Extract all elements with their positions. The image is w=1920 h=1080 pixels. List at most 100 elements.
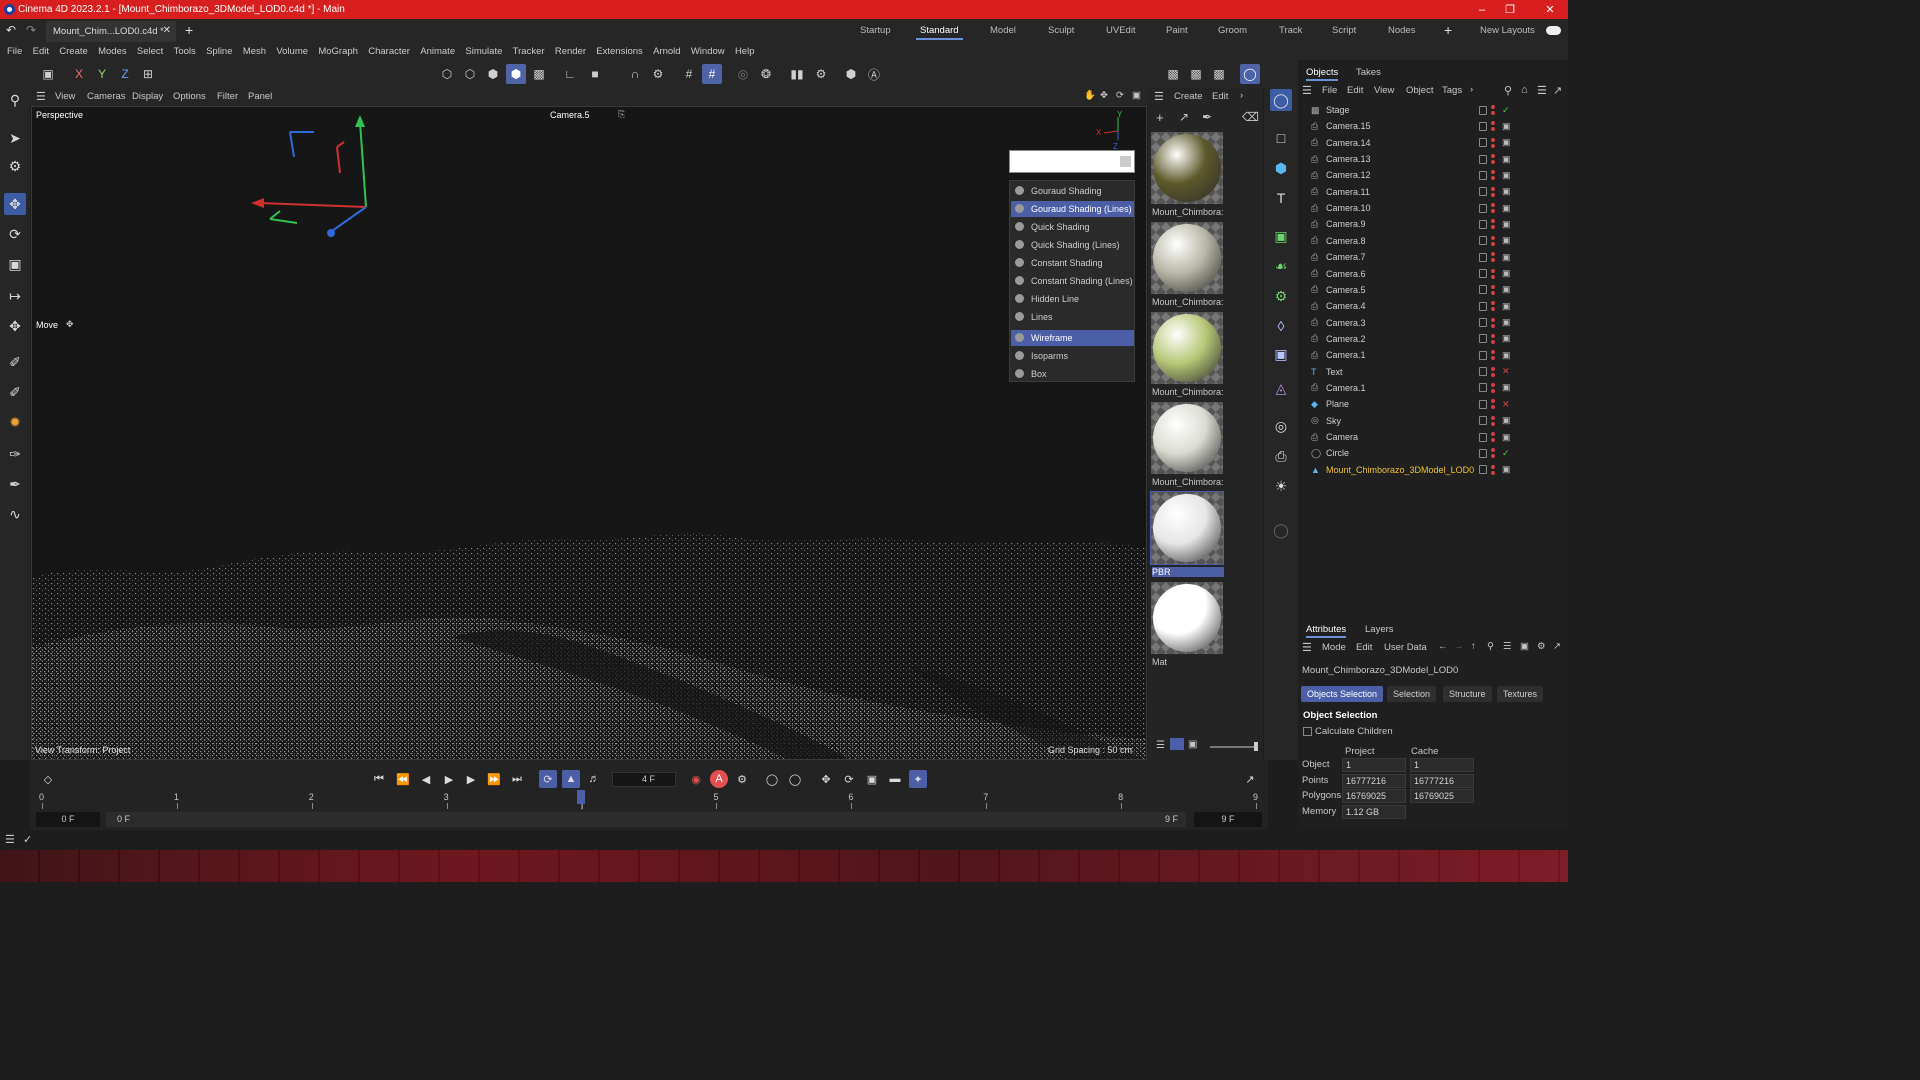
- settings-icon[interactable]: ⚙: [1537, 641, 1546, 652]
- scale-key-icon[interactable]: ▣: [863, 770, 881, 788]
- axis-x-button[interactable]: X: [69, 64, 89, 84]
- menu-character[interactable]: Character: [368, 46, 410, 57]
- camera-tag-icon[interactable]: ▣: [1502, 415, 1511, 426]
- camera-tag-icon[interactable]: ▣: [1502, 219, 1511, 230]
- visibility-dots-icon[interactable]: [1491, 105, 1495, 115]
- undo-icon[interactable]: ↶: [6, 23, 16, 37]
- camera-tag-icon[interactable]: ▣: [1502, 350, 1511, 361]
- subtab-structure[interactable]: Structure: [1443, 686, 1492, 702]
- menu-simulate[interactable]: Simulate: [465, 46, 502, 57]
- shading-option[interactable]: Quick Shading (Lines): [1011, 237, 1134, 253]
- visibility-dots-icon[interactable]: [1491, 268, 1495, 279]
- object-row[interactable]: T Text ✕: [1298, 364, 1568, 380]
- viewport[interactable]: Perspective Camera.5 ⎘ X Y Z Move ✥ View…: [31, 106, 1147, 760]
- play-icon[interactable]: ▶: [440, 770, 458, 788]
- go-to-end-icon[interactable]: ⏭: [508, 770, 526, 788]
- object-row[interactable]: ◯ Circle ✓: [1298, 445, 1568, 461]
- shading-option[interactable]: Isoparms: [1011, 348, 1134, 364]
- motion-settings-icon[interactable]: ◯: [786, 770, 804, 788]
- subtab-textures[interactable]: Textures: [1497, 686, 1544, 702]
- timeline-graph-icon[interactable]: ↗: [1241, 770, 1259, 788]
- material-menu-icon[interactable]: ☰: [1154, 90, 1164, 103]
- object-row[interactable]: ⎙ Camera.3 ▣: [1298, 315, 1568, 331]
- render-settings-icon[interactable]: ▩: [1209, 64, 1229, 84]
- rotate-view-icon[interactable]: ⟳: [1116, 90, 1124, 101]
- camera-tag-icon[interactable]: ▣: [1502, 170, 1511, 181]
- close-icon[interactable]: ✕: [1534, 0, 1566, 19]
- text-icon[interactable]: T: [1270, 187, 1292, 209]
- move-view-icon[interactable]: ✥: [1100, 90, 1108, 101]
- layout-script[interactable]: Script: [1332, 19, 1356, 42]
- viewport-menu-icon[interactable]: ☰: [36, 90, 46, 103]
- filter-icon[interactable]: ☰: [1537, 84, 1547, 97]
- rotate-tool-icon[interactable]: ⟳: [4, 223, 26, 245]
- polygons-mode-icon[interactable]: ⬢: [483, 64, 503, 84]
- start-frame-field[interactable]: 0 F: [36, 812, 100, 827]
- layer-icon[interactable]: [1479, 138, 1487, 148]
- visibility-dots-icon[interactable]: [1491, 448, 1495, 459]
- axis-mode-icon[interactable]: ∟: [560, 64, 580, 84]
- attributes-menu-edit[interactable]: Edit: [1356, 642, 1372, 653]
- layout-standard[interactable]: Standard: [916, 19, 963, 42]
- object-row[interactable]: ⎙ Camera.10 ▣: [1298, 200, 1568, 216]
- menu-tracker[interactable]: Tracker: [513, 46, 545, 57]
- attributes-menu-mode[interactable]: Mode: [1322, 642, 1346, 653]
- layer-icon[interactable]: [1479, 367, 1487, 377]
- viewport-menu-cameras[interactable]: Cameras: [87, 91, 126, 102]
- live-select-icon[interactable]: ◯: [1270, 89, 1292, 111]
- object-row[interactable]: ⎙ Camera.11 ▣: [1298, 184, 1568, 200]
- home-icon[interactable]: ⌂: [1521, 84, 1528, 96]
- viewport-label[interactable]: Perspective: [36, 110, 83, 120]
- camera-tag-icon[interactable]: ▣: [1502, 464, 1511, 475]
- viewport-menu-view[interactable]: View: [55, 91, 75, 102]
- lock-icon[interactable]: ▣: [1520, 641, 1529, 652]
- document-tab[interactable]: Mount_Chim...LOD0.c4d * ✕: [46, 21, 176, 42]
- object-row[interactable]: ⎙ Camera.12 ▣: [1298, 167, 1568, 183]
- autokey-mode-icon[interactable]: ▲: [562, 770, 580, 788]
- material-thumbnail[interactable]: [1151, 222, 1223, 294]
- layout-track[interactable]: Track: [1279, 19, 1302, 42]
- objects-menu-file[interactable]: File: [1322, 85, 1337, 96]
- visibility-dots-icon[interactable]: [1491, 235, 1495, 246]
- shading-option[interactable]: Box: [1011, 366, 1134, 382]
- pan-icon[interactable]: ✋: [1084, 90, 1096, 101]
- menu-file[interactable]: File: [7, 46, 22, 57]
- viewport-menu-panel[interactable]: Panel: [248, 91, 272, 102]
- object-row[interactable]: ▲ Mount_Chimborazo_3DModel_LOD0 ▣: [1298, 462, 1568, 478]
- cube-icon[interactable]: ⬢: [1270, 157, 1292, 179]
- workplane-grid-icon[interactable]: #: [702, 64, 722, 84]
- shading-option[interactable]: Quick Shading: [1011, 219, 1134, 235]
- object-row[interactable]: ⎙ Camera.1 ▣: [1298, 347, 1568, 363]
- visibility-dots-icon[interactable]: [1491, 219, 1495, 230]
- zoom-slider-handle[interactable]: [1254, 742, 1258, 751]
- layer-icon[interactable]: [1479, 121, 1487, 131]
- record-icon[interactable]: ◉: [687, 770, 705, 788]
- edges-mode-icon[interactable]: ⬡: [460, 64, 480, 84]
- previous-key-icon[interactable]: ⏪: [394, 770, 412, 788]
- eyedropper-icon[interactable]: ✒: [1202, 110, 1212, 124]
- layer-icon[interactable]: [1479, 252, 1487, 262]
- visibility-dots-icon[interactable]: [1491, 333, 1495, 344]
- end-frame-field[interactable]: 9 F: [1194, 812, 1262, 827]
- restore-icon[interactable]: ❐: [1494, 0, 1526, 19]
- preview-range-bar[interactable]: 0 F 9 F: [106, 812, 1186, 827]
- field-icon[interactable]: ▣: [1270, 343, 1292, 365]
- object-row[interactable]: ⎙ Camera.8 ▣: [1298, 233, 1568, 249]
- viewport-camera-label[interactable]: Camera.5: [550, 110, 590, 120]
- layer-icon[interactable]: [1479, 334, 1487, 344]
- lock-workplane-icon[interactable]: ❂: [756, 64, 776, 84]
- material-thumbnail[interactable]: [1151, 402, 1223, 474]
- up-arrow-icon[interactable]: ↑: [1471, 641, 1476, 652]
- menu-extensions[interactable]: Extensions: [596, 46, 642, 57]
- disabled-x-icon[interactable]: ✕: [1502, 399, 1510, 410]
- visibility-dots-icon[interactable]: [1491, 415, 1495, 426]
- viewport-menu-filter[interactable]: Filter: [217, 91, 238, 102]
- chevron-right-icon[interactable]: ›: [1470, 84, 1473, 95]
- spline-icon[interactable]: ∿: [4, 503, 26, 525]
- menu-select[interactable]: Select: [137, 46, 163, 57]
- menu-animate[interactable]: Animate: [420, 46, 455, 57]
- menu-volume[interactable]: Volume: [276, 46, 308, 57]
- filter-icon[interactable]: ☰: [1503, 641, 1512, 652]
- status-check-icon[interactable]: ✓: [23, 833, 32, 846]
- objects-menu-object[interactable]: Object: [1406, 85, 1433, 96]
